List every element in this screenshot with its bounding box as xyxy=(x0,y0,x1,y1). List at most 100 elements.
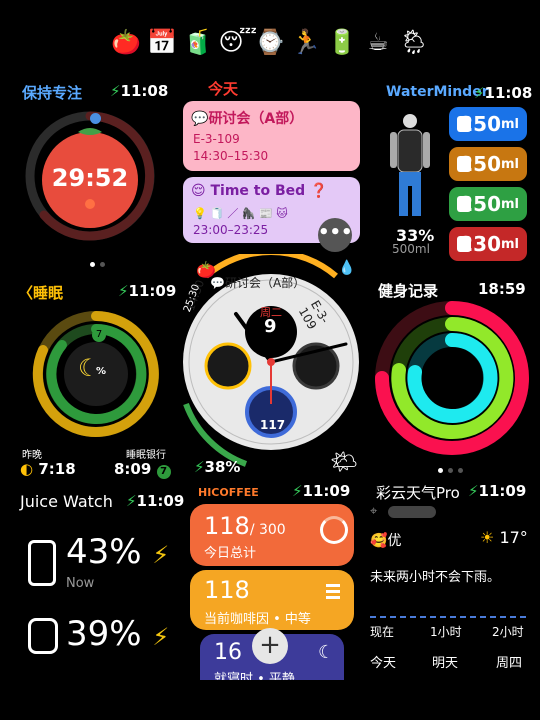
sleep-time: ⚡11:09 xyxy=(118,282,177,300)
bowl-icon xyxy=(457,196,471,212)
day-today: 今天 xyxy=(370,656,397,671)
watch-battery: ⚡38% xyxy=(194,458,241,476)
phone-icon xyxy=(28,540,56,586)
sleep-title: 〈睡眠 xyxy=(18,284,64,302)
sun-icon: ☀ xyxy=(480,528,495,547)
phone-battery-label: Now xyxy=(66,576,95,591)
complication-emoji-row: 🍅 📅 🧃 😴 ⌚ 🏃 🔋 ☕ 🌦 xyxy=(0,28,540,64)
hicoffee-current-card[interactable]: 118 当前咖啡因 • 中等 xyxy=(190,570,354,630)
chevron-left-icon[interactable]: 〈 xyxy=(18,284,33,302)
focus-timer: 29:52 xyxy=(51,164,129,192)
day-tomorrow: 明天 xyxy=(432,656,459,671)
can-icon xyxy=(457,236,471,252)
fitness-title: 健身记录 xyxy=(378,282,439,300)
phone-battery-percent: 43% ⚡ xyxy=(66,532,170,572)
event-title: 💬研讨会（A部） xyxy=(191,111,304,127)
focus-ring-knob[interactable] xyxy=(90,113,101,124)
water-amount: 500ml xyxy=(392,242,430,256)
charging-bolt-icon: ⚡ xyxy=(152,623,170,651)
watch-date: 9 xyxy=(264,316,277,337)
weather-complication-icon[interactable]: 🌤 xyxy=(330,450,358,475)
moon-icon: ☾ xyxy=(318,642,335,663)
sleep-bank-badge: 7 xyxy=(156,465,171,479)
caffeine-total-label: 今日总计 xyxy=(204,546,257,561)
focus-title: 保持专注 xyxy=(22,84,83,102)
waterminder-time: ⚡11:08 xyxy=(474,84,533,102)
event-bed-icons: 💡 🧻 ／ 🦍 📰 🐱 xyxy=(193,207,288,220)
caffeine-current: 118 xyxy=(204,576,250,604)
juice-icon[interactable]: 🧃 xyxy=(183,28,214,64)
weather-time: ⚡11:09 xyxy=(468,482,527,500)
today-title: 今天 xyxy=(208,80,239,98)
location-icon: ⌖ xyxy=(370,504,378,519)
watch-steps: 117 xyxy=(260,418,286,432)
location-blurred xyxy=(388,506,436,518)
more-button[interactable]: ••• xyxy=(318,218,353,252)
calendar-icon[interactable]: 📅 xyxy=(147,28,178,64)
cup-icon xyxy=(457,116,471,132)
add-water-250-button-2[interactable]: 250 ml xyxy=(449,147,527,181)
caffeine-progress-ring xyxy=(320,516,348,544)
watch-event-title: 💬研讨会（A部） xyxy=(210,276,306,290)
coffee-icon[interactable]: ☕ xyxy=(363,28,394,64)
add-water-250-button-1[interactable]: 250 ml xyxy=(449,107,527,141)
runner-icon[interactable]: 🏃 xyxy=(291,28,322,64)
hicoffee-time: ⚡11:09 xyxy=(292,482,351,500)
moon-small-icon: ◐ xyxy=(20,460,34,478)
caffeine-total: 118/ 300 xyxy=(204,512,286,540)
activity-rings xyxy=(375,301,529,455)
face-icon: 🥰 xyxy=(370,533,388,549)
add-widget-button[interactable]: + xyxy=(252,628,288,664)
tomato-icon[interactable]: 🍅 xyxy=(111,28,142,64)
page-dots xyxy=(90,252,106,271)
day-thursday: 周四 xyxy=(496,656,523,671)
juice-time: ⚡11:09 xyxy=(126,492,185,510)
weather-temp: ☀ 17° xyxy=(480,528,528,547)
weather-icon[interactable]: 🌦 xyxy=(399,28,430,64)
sleep-bank-label: 睡眠银行 xyxy=(126,450,166,461)
sleep-ring-badge: 7 xyxy=(92,328,106,342)
coffee-machine-icon xyxy=(457,156,471,172)
add-water-230-button[interactable]: 230 ml xyxy=(449,227,527,261)
juice-title: Juice Watch xyxy=(20,492,113,511)
watch-face[interactable]: 💬研讨会（A部） E-3-109 14:30 25:30 周二 9 117 ⚡3… xyxy=(176,254,366,484)
body-figure-icon xyxy=(390,114,430,216)
event-bed-title: 😌 Time to Bed ❓ xyxy=(191,183,328,199)
weather-forecast: 未来两小时不会下雨。 xyxy=(370,570,501,585)
battery-icon[interactable]: 🔋 xyxy=(327,28,358,64)
sleep-center-label: % xyxy=(96,366,107,377)
watch-device-icon xyxy=(28,618,58,654)
fitness-widget[interactable]: 健身记录 18:59 xyxy=(372,278,532,473)
sleep-face-icon[interactable]: 😴 xyxy=(219,28,258,64)
bolt-icon: ⚡ xyxy=(110,82,121,100)
water-drop-icon[interactable]: 💧 xyxy=(338,260,355,276)
event-room: E-3-109 xyxy=(193,132,240,146)
last-night-label: 昨晚 xyxy=(22,450,42,461)
watch-icon[interactable]: ⌚ xyxy=(255,28,286,64)
calendar-event-card[interactable]: 💬研讨会（A部） E-3-109 14:30–15:30 xyxy=(183,101,360,171)
hour-now: 现在 xyxy=(370,625,395,639)
caffeine-bedtime: 16 xyxy=(214,640,242,665)
weather-widget[interactable]: 彩云天气Pro ⚡11:09 ⌖ 🥰优 ☀ 17° 未来两小时不会下雨。 现在 … xyxy=(364,480,534,680)
hicoffee-total-card[interactable]: 118/ 300 今日总计 xyxy=(190,504,354,566)
air-quality: 🥰优 xyxy=(370,533,402,549)
watch-battery-percent: 39% ⚡ xyxy=(66,614,170,654)
event-time: 14:30–15:30 xyxy=(193,149,269,163)
bolt-icon: ⚡ xyxy=(194,458,205,476)
fitness-time: 18:59 xyxy=(478,280,526,298)
event-bed-time: 23:00–23:25 xyxy=(193,223,269,237)
level-bars-icon xyxy=(326,584,340,602)
sleep-bank-value: 8:09 7 xyxy=(114,460,171,479)
charging-bolt-icon: ⚡ xyxy=(152,541,170,569)
juice-watch-widget[interactable]: Juice Watch ⚡11:09 43% ⚡ Now 39% ⚡ xyxy=(14,488,190,678)
tomato-small-icon xyxy=(85,199,95,209)
page-dots xyxy=(438,458,464,477)
chat-bubble-icon: 💬 xyxy=(191,111,209,127)
add-water-250-button-3[interactable]: 250 ml xyxy=(449,187,527,221)
focus-time: ⚡11:08 xyxy=(110,82,168,100)
tomato-complication-icon[interactable]: 🍅 xyxy=(196,260,216,279)
hour-1: 1小时 xyxy=(430,625,462,639)
last-night-value: ◐ 7:18 xyxy=(20,460,76,478)
focus-widget[interactable]: 保持专注 ⚡11:08 29:52 xyxy=(14,80,174,267)
sleep-widget[interactable]: 〈睡眠 ⚡11:09 ☾ % 7 昨晚 ◐ 7:18 睡眠银行 8:09 7 xyxy=(14,280,180,480)
